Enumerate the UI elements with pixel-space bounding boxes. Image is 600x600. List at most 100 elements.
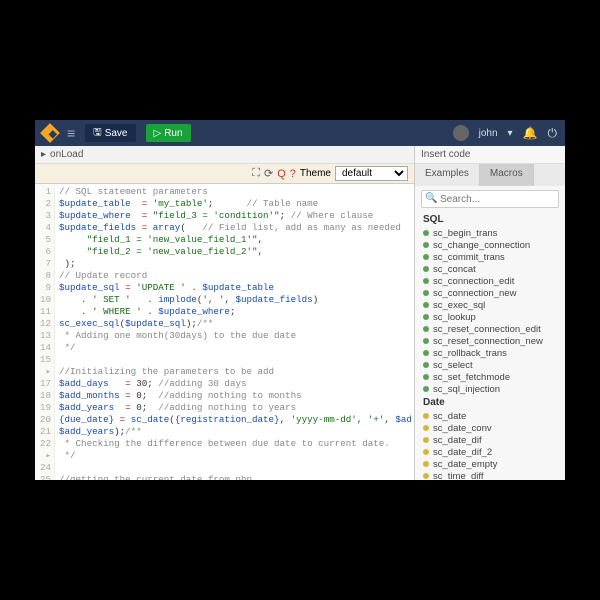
macro-item[interactable]: sc_concat bbox=[423, 263, 561, 275]
macro-item[interactable]: sc_change_connection bbox=[423, 239, 561, 251]
macro-label: sc_select bbox=[433, 360, 473, 371]
breadcrumb-arrow-icon: ▸ bbox=[41, 149, 46, 160]
save-button[interactable]: 🖫Save bbox=[85, 124, 135, 142]
code-line[interactable]: * Adding one month(30days) to the due da… bbox=[59, 330, 414, 342]
macro-item[interactable]: sc_exec_sql bbox=[423, 299, 561, 311]
macro-item[interactable]: sc_date_empty bbox=[423, 458, 561, 470]
code-line[interactable]: {due_date} = sc_date({registration_date}… bbox=[59, 414, 414, 426]
code-editor[interactable]: 123456789101112131415▸171819202122▸24252… bbox=[35, 184, 414, 480]
macro-label: sc_sql_injection bbox=[433, 384, 500, 395]
macro-item[interactable]: sc_rollback_trans bbox=[423, 347, 561, 359]
macro-item[interactable]: sc_connection_edit bbox=[423, 275, 561, 287]
search-icon: 🔍 bbox=[425, 193, 437, 204]
user-name[interactable]: john bbox=[479, 128, 498, 139]
code-line[interactable]: ); bbox=[59, 258, 414, 270]
macro-dot-icon bbox=[423, 449, 429, 455]
user-area: john ▾ 🔔 ⏻ bbox=[453, 125, 557, 141]
macro-item[interactable]: sc_select bbox=[423, 359, 561, 371]
macro-item[interactable]: sc_lookup bbox=[423, 311, 561, 323]
code-line[interactable]: // Update record bbox=[59, 270, 414, 282]
code-line[interactable]: $add_months = 0; //adding nothing to mon… bbox=[59, 390, 414, 402]
search-input[interactable] bbox=[421, 190, 559, 208]
help-icon[interactable]: ? bbox=[290, 168, 296, 180]
code-line[interactable] bbox=[59, 354, 414, 366]
macro-label: sc_date bbox=[433, 411, 466, 422]
power-icon[interactable]: ⏻ bbox=[548, 126, 558, 141]
code-line[interactable]: * Checking the difference between due da… bbox=[59, 438, 414, 450]
macro-label: sc_reset_connection_new bbox=[433, 336, 543, 347]
code-line[interactable] bbox=[59, 462, 414, 474]
macro-label: sc_change_connection bbox=[433, 240, 530, 251]
macro-dot-icon bbox=[423, 350, 429, 356]
refresh-icon[interactable]: ⟳ bbox=[264, 167, 273, 180]
macro-label: sc_rollback_trans bbox=[433, 348, 507, 359]
macro-label: sc_lookup bbox=[433, 312, 476, 323]
macro-item[interactable]: sc_date_dif_2 bbox=[423, 446, 561, 458]
macro-group-header[interactable]: Date bbox=[423, 395, 561, 410]
code-line[interactable]: sc_exec_sql($update_sql);/** bbox=[59, 318, 414, 330]
avatar[interactable] bbox=[453, 125, 469, 141]
code-line[interactable]: $add_years = 0; //adding nothing to year… bbox=[59, 402, 414, 414]
macro-item[interactable]: sc_commit_trans bbox=[423, 251, 561, 263]
tab-examples[interactable]: Examples bbox=[415, 164, 480, 186]
menu-icon[interactable]: ≡ bbox=[67, 125, 75, 141]
macro-dot-icon bbox=[423, 473, 429, 479]
run-icon: ▷ bbox=[154, 128, 162, 139]
macro-label: sc_connection_new bbox=[433, 288, 516, 299]
macro-group-header[interactable]: SQL bbox=[423, 212, 561, 227]
code-line[interactable]: // SQL statement parameters bbox=[59, 186, 414, 198]
macro-dot-icon bbox=[423, 254, 429, 260]
run-button[interactable]: ▷Run bbox=[146, 124, 191, 142]
macro-item[interactable]: sc_reset_connection_edit bbox=[423, 323, 561, 335]
code-line[interactable]: */ bbox=[59, 450, 414, 462]
search-code-icon[interactable]: Q bbox=[277, 168, 286, 180]
macro-item[interactable]: sc_sql_injection bbox=[423, 383, 561, 395]
fullscreen-icon[interactable]: ⛶ bbox=[252, 167, 260, 180]
macro-item[interactable]: sc_date_dif bbox=[423, 434, 561, 446]
code-area[interactable]: // SQL statement parameters$update_table… bbox=[55, 184, 414, 480]
macro-label: sc_reset_connection_edit bbox=[433, 324, 541, 335]
macro-label: sc_begin_trans bbox=[433, 228, 497, 239]
sidebar: Insert code Examples Macros 🔍 SQLsc_begi… bbox=[415, 146, 565, 480]
macro-dot-icon bbox=[423, 242, 429, 248]
tab-macros[interactable]: Macros bbox=[480, 164, 534, 186]
editor-toolbar: ⛶ ⟳ Q ? Theme default bbox=[35, 164, 414, 184]
code-line[interactable]: //getting the current date from php bbox=[59, 474, 414, 480]
save-icon: 🖫 bbox=[93, 125, 102, 142]
theme-select[interactable]: default bbox=[335, 166, 408, 181]
macro-item[interactable]: sc_begin_trans bbox=[423, 227, 561, 239]
app-window: ≡ 🖫Save ▷Run john ▾ 🔔 ⏻ ▸ onLoad ⛶ ⟳ Q ?… bbox=[35, 120, 565, 480]
code-line[interactable]: $update_where = "field_3 = 'condition'";… bbox=[59, 210, 414, 222]
macro-dot-icon bbox=[423, 278, 429, 284]
macro-item[interactable]: sc_set_fetchmode bbox=[423, 371, 561, 383]
code-line[interactable]: $add_days = 30; //adding 30 days bbox=[59, 378, 414, 390]
app-logo-icon bbox=[40, 123, 60, 143]
theme-label: Theme bbox=[300, 168, 331, 179]
macro-dot-icon bbox=[423, 302, 429, 308]
breadcrumb-label: onLoad bbox=[50, 149, 83, 160]
breadcrumb[interactable]: ▸ onLoad bbox=[35, 146, 414, 164]
bell-icon[interactable]: 🔔 bbox=[523, 126, 538, 140]
macro-dot-icon bbox=[423, 362, 429, 368]
macro-item[interactable]: sc_time_diff bbox=[423, 470, 561, 480]
code-line[interactable]: //Initializing the parameters to be add bbox=[59, 366, 414, 378]
macro-item[interactable]: sc_date bbox=[423, 410, 561, 422]
sidebar-tabs: Examples Macros bbox=[415, 164, 565, 186]
macro-dot-icon bbox=[423, 374, 429, 380]
macro-dot-icon bbox=[423, 266, 429, 272]
code-line[interactable]: */ bbox=[59, 342, 414, 354]
code-line[interactable]: . ' WHERE ' . $update_where; bbox=[59, 306, 414, 318]
code-line[interactable]: $add_years);/** bbox=[59, 426, 414, 438]
macro-item[interactable]: sc_date_conv bbox=[423, 422, 561, 434]
chevron-down-icon[interactable]: ▾ bbox=[508, 128, 513, 139]
code-line[interactable]: $update_fields = array( // Field list, a… bbox=[59, 222, 414, 234]
macro-item[interactable]: sc_connection_new bbox=[423, 287, 561, 299]
code-line[interactable]: . ' SET ' . implode(', ', $update_fields… bbox=[59, 294, 414, 306]
sidebar-header: Insert code bbox=[415, 146, 565, 164]
code-line[interactable]: "field_1 = 'new_value_field_1'", bbox=[59, 234, 414, 246]
macro-item[interactable]: sc_reset_connection_new bbox=[423, 335, 561, 347]
code-line[interactable]: $update_sql = 'UPDATE ' . $update_table bbox=[59, 282, 414, 294]
macro-label: sc_date_dif_2 bbox=[433, 447, 492, 458]
code-line[interactable]: $update_table = 'my_table'; // Table nam… bbox=[59, 198, 414, 210]
code-line[interactable]: "field_2 = 'new_value_field_2'", bbox=[59, 246, 414, 258]
